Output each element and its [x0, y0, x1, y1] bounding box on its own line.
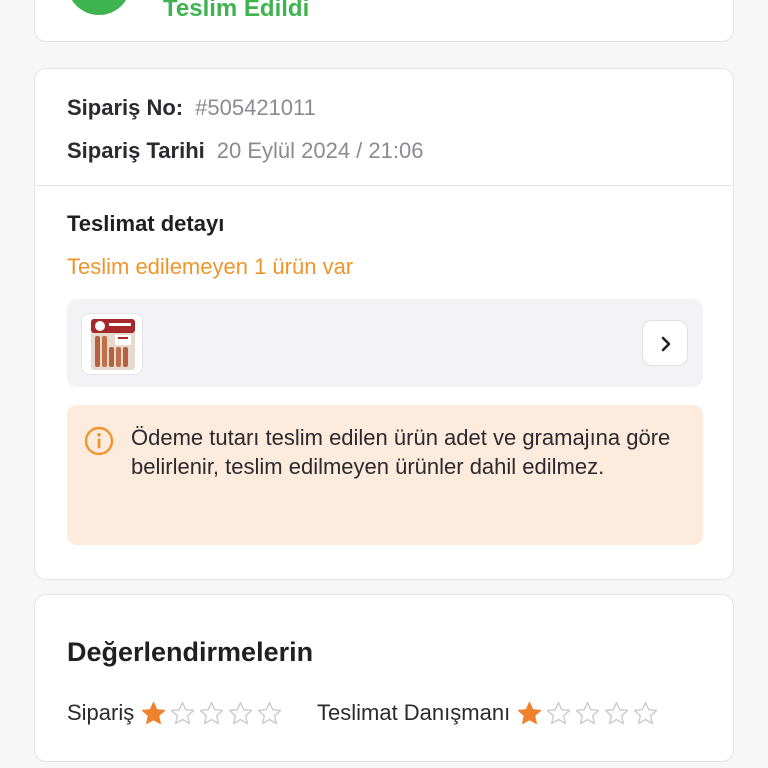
delivery-detail-title: Teslimat detayı: [67, 211, 225, 236]
order-details-card: Sipariş No: #505421011 Sipariş Tarihi 20 E…: [34, 68, 734, 580]
order-star-empty-icon[interactable]: [198, 700, 225, 727]
status-label: Teslim Edildi: [163, 0, 310, 22]
order-rating-stars: [140, 700, 285, 727]
payment-info-box: Ödeme tutarı teslim edilen ürün adet ve …: [67, 405, 703, 545]
order-number-label: Sipariş No:: [67, 95, 184, 120]
product-thumbnail: [81, 313, 143, 375]
courier-rating: Teslimat Danışmanı: [317, 699, 661, 727]
courier-rating-label: Teslimat Danışmanı: [317, 700, 511, 725]
divider: [35, 185, 733, 186]
courier-rating-stars: [516, 700, 661, 727]
courier-star-filled-icon[interactable]: [516, 700, 543, 727]
ratings-card: Değerlendirmelerin Sipariş Teslimat Danı…: [34, 594, 734, 762]
ratings-title: Değerlendirmelerin: [67, 637, 314, 667]
courier-star-empty-icon[interactable]: [603, 700, 630, 727]
order-rating: Sipariş: [67, 699, 285, 727]
order-star-empty-icon[interactable]: [256, 700, 283, 727]
undelivered-product-row[interactable]: [67, 299, 703, 387]
order-star-filled-icon[interactable]: [140, 700, 167, 727]
open-product-button[interactable]: [642, 320, 688, 366]
order-star-empty-icon[interactable]: [169, 700, 196, 727]
order-date-row: Sipariş Tarihi 20 Eylül 2024 / 21:06: [67, 137, 423, 165]
order-rating-label: Sipariş: [67, 700, 135, 725]
chevron-right-icon: [661, 336, 671, 352]
courier-star-empty-icon[interactable]: [545, 700, 572, 727]
info-circle-icon: [84, 426, 114, 456]
courier-star-empty-icon[interactable]: [574, 700, 601, 727]
payment-info-text: Ödeme tutarı teslim edilen ürün adet ve …: [131, 425, 671, 479]
order-date-label: Sipariş Tarihi: [67, 138, 205, 163]
order-date-value: 20 Eylül 2024 / 21:06: [216, 138, 424, 163]
order-number-row: Sipariş No: #505421011: [67, 94, 316, 122]
status-check-icon: [67, 0, 131, 15]
undelivered-warning: Teslim edilemeyen 1 ürün var: [67, 254, 354, 279]
order-star-empty-icon[interactable]: [227, 700, 254, 727]
order-number-value: #505421011: [195, 95, 316, 120]
delivery-status-card: Teslim Edildi: [34, 0, 734, 42]
courier-star-empty-icon[interactable]: [632, 700, 659, 727]
